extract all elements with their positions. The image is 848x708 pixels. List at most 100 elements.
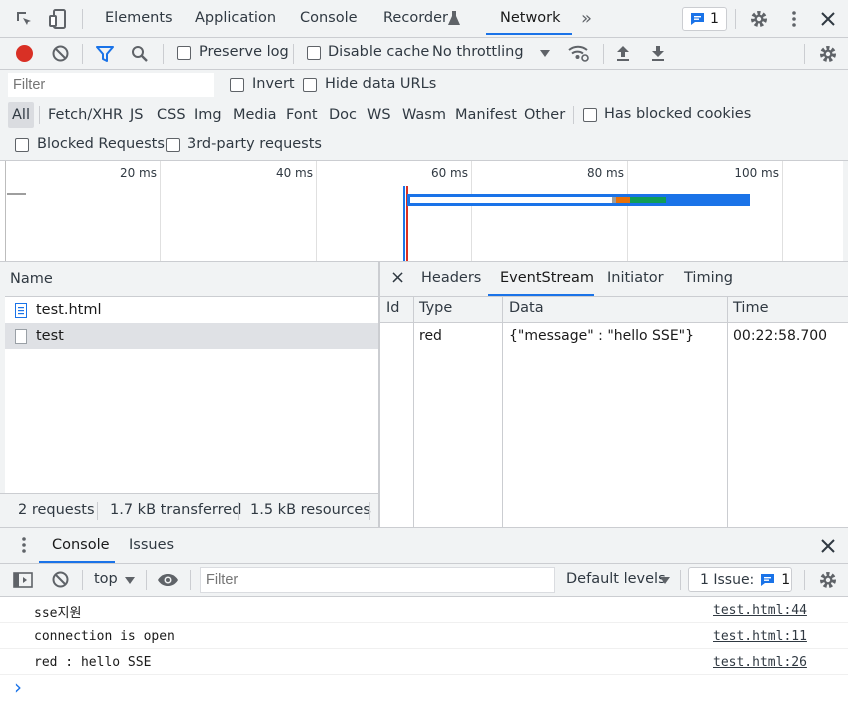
column-id[interactable]: Id: [386, 300, 399, 316]
clear-icon[interactable]: [51, 44, 70, 63]
console-message: red : hello SSE test.html:26: [0, 649, 848, 675]
device-toolbar-icon[interactable]: [48, 8, 68, 30]
close-detail-icon[interactable]: ×: [390, 267, 405, 288]
console-prompt[interactable]: ›: [0, 675, 848, 701]
has-blocked-cookies-checkbox[interactable]: [583, 108, 597, 122]
chevron-down-icon[interactable]: [539, 48, 551, 58]
console-message-text: connection is open: [34, 629, 175, 644]
main-tab-bar: Elements Application Console Recorder Ne…: [0, 0, 848, 37]
filter-type-other[interactable]: Other: [524, 102, 565, 128]
levels-chevron-down-icon[interactable]: [659, 575, 671, 585]
tab-headers[interactable]: Headers: [421, 270, 481, 286]
filter-funnel-icon[interactable]: [95, 44, 115, 64]
preserve-log-checkbox[interactable]: [177, 46, 191, 60]
tab-initiator[interactable]: Initiator: [607, 270, 664, 286]
console-message-source-link[interactable]: test.html:11: [713, 629, 807, 644]
timeline-tick-100ms: 100 ms: [734, 166, 779, 180]
close-drawer-icon[interactable]: [820, 538, 836, 554]
issues-label: 1 Issue:: [700, 571, 755, 588]
settings-gear-icon[interactable]: [748, 8, 770, 30]
request-name: test: [36, 328, 64, 344]
log-levels-select[interactable]: Default levels: [566, 571, 666, 587]
filter-type-css[interactable]: CSS: [157, 102, 186, 128]
message-icon: [690, 12, 705, 26]
event-data: {"message" : "hello SSE"}: [509, 328, 695, 344]
tab-timing[interactable]: Timing: [684, 270, 733, 286]
filter-type-media[interactable]: Media: [233, 102, 277, 128]
timeline-dom-content-loaded-marker: [403, 186, 405, 261]
context-select[interactable]: top: [94, 571, 118, 587]
blank-file-icon: [15, 328, 27, 344]
event-type: red: [419, 328, 442, 344]
console-message: sse지원 test.html:44: [0, 597, 848, 623]
console-settings-gear-icon[interactable]: [817, 569, 839, 591]
filter-type-doc[interactable]: Doc: [329, 102, 357, 128]
detail-tab-bar: × Headers EventStream Initiator Timing: [380, 262, 848, 296]
filter-type-img[interactable]: Img: [194, 102, 222, 128]
tab-recorder[interactable]: Recorder: [383, 0, 448, 37]
hide-data-urls-checkbox[interactable]: [303, 78, 317, 92]
issues-count: 1: [781, 571, 791, 588]
tab-network[interactable]: Network: [500, 0, 561, 37]
name-column-header[interactable]: Name: [10, 271, 53, 287]
tab-elements[interactable]: Elements: [105, 0, 173, 37]
filter-type-all[interactable]: All: [8, 102, 34, 128]
console-issues-button[interactable]: 1 Issue: 1: [688, 567, 792, 592]
more-tabs-button[interactable]: »: [581, 0, 592, 37]
resources-size: 1.5 kB resources: [250, 502, 371, 518]
request-list-header: Name: [0, 262, 378, 296]
live-expression-eye-icon[interactable]: [157, 571, 179, 589]
disable-cache-checkbox[interactable]: [307, 46, 321, 60]
tab-eventstream[interactable]: EventStream: [500, 270, 594, 286]
throttling-select[interactable]: No throttling: [432, 44, 524, 60]
import-har-icon[interactable]: [614, 44, 632, 62]
console-message: connection is open test.html:11: [0, 623, 848, 649]
close-devtools-icon[interactable]: [818, 9, 838, 29]
event-time: 00:22:58.700: [733, 328, 828, 344]
filter-type-font[interactable]: Font: [286, 102, 318, 128]
column-time[interactable]: Time: [733, 300, 769, 316]
console-message-source-link[interactable]: test.html:26: [713, 655, 807, 670]
request-row[interactable]: test.html: [5, 297, 378, 323]
prompt-chevron-icon: ›: [14, 675, 22, 699]
search-icon[interactable]: [130, 44, 150, 64]
request-row-selected[interactable]: test: [5, 323, 378, 349]
tab-console[interactable]: Console: [300, 0, 358, 37]
document-file-icon: [15, 302, 27, 318]
drawer-menu-icon[interactable]: [18, 536, 30, 554]
timeline-tick-40ms: 40 ms: [275, 166, 313, 180]
column-data[interactable]: Data: [509, 300, 544, 316]
timeline-tick-20ms: 20 ms: [119, 166, 157, 180]
export-har-icon[interactable]: [649, 44, 667, 62]
issues-badge-button[interactable]: 1: [682, 7, 727, 31]
blocked-requests-checkbox[interactable]: [15, 138, 29, 152]
console-message-text: red : hello SSE: [34, 655, 152, 670]
filter-type-ws[interactable]: WS: [367, 102, 391, 128]
network-conditions-icon[interactable]: [567, 43, 591, 63]
tab-application[interactable]: Application: [195, 0, 276, 37]
network-settings-gear-icon[interactable]: [817, 43, 839, 65]
drawer-tab-console[interactable]: Console: [52, 537, 110, 553]
third-party-requests-checkbox[interactable]: [166, 138, 180, 152]
show-sidebar-icon[interactable]: [13, 571, 33, 589]
console-filter-input[interactable]: [200, 567, 555, 593]
message-icon: [760, 573, 775, 587]
column-type[interactable]: Type: [419, 300, 452, 316]
inspect-element-icon[interactable]: [14, 9, 34, 29]
filter-type-fetch-xhr[interactable]: Fetch/XHR: [48, 102, 123, 128]
context-chevron-down-icon[interactable]: [124, 575, 136, 585]
invert-checkbox[interactable]: [230, 78, 244, 92]
drawer-tab-issues[interactable]: Issues: [129, 537, 174, 553]
clear-console-icon[interactable]: [51, 570, 70, 589]
console-message-source-link[interactable]: test.html:44: [713, 603, 807, 618]
request-name: test.html: [36, 302, 102, 318]
filter-type-wasm[interactable]: Wasm: [402, 102, 446, 128]
filter-type-js[interactable]: JS: [130, 102, 143, 128]
drawer-tab-bar: Console Issues: [0, 528, 848, 563]
record-button[interactable]: [16, 45, 33, 62]
filter-input[interactable]: [8, 73, 214, 97]
blocked-requests-label: Blocked Requests: [37, 136, 165, 152]
more-options-icon[interactable]: [784, 8, 804, 30]
invert-label: Invert: [252, 76, 295, 92]
filter-type-manifest[interactable]: Manifest: [455, 102, 517, 128]
